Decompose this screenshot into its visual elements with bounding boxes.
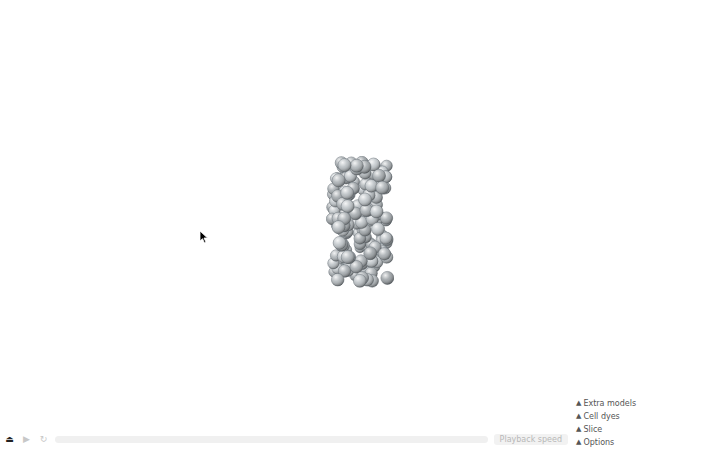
eject-button[interactable]: ⏏ [4,435,15,444]
cell[interactable] [381,271,394,284]
cell[interactable] [338,159,351,172]
cell[interactable] [359,193,372,206]
cell[interactable] [341,186,354,199]
panel-toggle[interactable]: ▲Options [576,437,716,448]
cell[interactable] [332,174,345,187]
cell[interactable] [332,221,345,234]
panel-toggle[interactable]: ▲Slice [576,424,716,435]
timeline-slider[interactable] [55,436,488,443]
cell[interactable] [378,248,390,260]
playback-controls: ⏏ ▶ ↻ Playback speed [4,431,568,447]
cell-cluster[interactable] [326,156,394,290]
cell[interactable] [331,273,344,286]
panel-toggle[interactable]: ▲Cell dyes [576,411,716,422]
cursor-icon [199,230,209,244]
cell[interactable] [341,251,354,264]
expand-arrow-icon: ▲ [576,398,581,409]
cell[interactable] [372,223,385,236]
cell[interactable] [376,181,389,194]
playback-speed-button[interactable]: Playback speed [494,434,568,445]
cell[interactable] [370,205,383,218]
cell[interactable] [341,200,354,213]
play-button[interactable]: ▶ [21,435,32,444]
cell[interactable] [364,247,377,260]
expand-arrow-icon: ▲ [576,411,581,422]
panel-menu: ▲Extra models ▲Cell dyes ▲Slice ▲Options [576,398,716,448]
viewer: ⏏ ▶ ↻ Playback speed ▲Extra models ▲Cell dyes… [0,0,720,450]
cell[interactable] [333,236,346,249]
expand-arrow-icon: ▲ [576,437,581,448]
bottom-bar: ⏏ ▶ ↻ Playback speed ▲Extra models ▲Cell dyes… [0,398,720,450]
scene-viewport[interactable] [0,0,720,398]
cell[interactable] [350,159,363,172]
reload-button[interactable]: ↻ [38,435,49,444]
cell[interactable] [353,274,366,287]
panel-toggle[interactable]: ▲Extra models [576,398,716,409]
cell[interactable] [373,169,386,182]
expand-arrow-icon: ▲ [576,424,581,435]
